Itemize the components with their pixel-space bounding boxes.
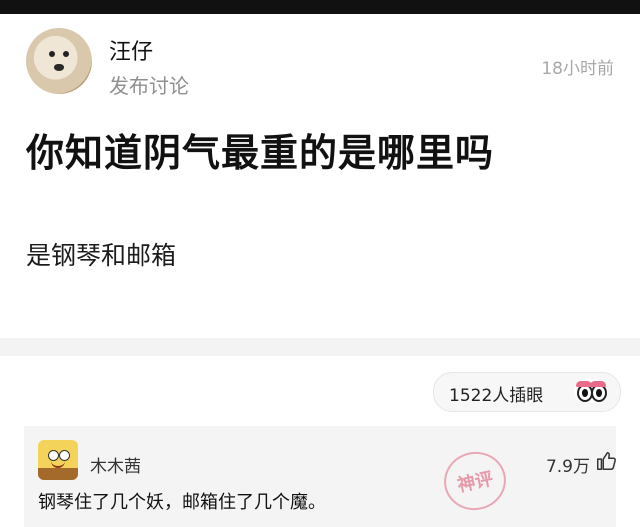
post-time: 18小时前 bbox=[541, 59, 614, 79]
post-answer: 是钢琴和邮箱 bbox=[26, 241, 177, 270]
commenter-name[interactable]: 木木茜 bbox=[90, 452, 141, 477]
avatar-nose bbox=[54, 64, 64, 71]
commenter-eye-left bbox=[48, 450, 59, 461]
commenter-eye-right bbox=[59, 450, 70, 461]
peek-count[interactable]: 1522人插眼 bbox=[449, 381, 543, 406]
section-divider bbox=[0, 338, 640, 356]
author-name[interactable]: 汪仔 bbox=[109, 34, 153, 66]
stamp-label: 神评 bbox=[455, 468, 496, 497]
commenter-mouth bbox=[51, 461, 65, 468]
avatar-eye-right bbox=[63, 51, 69, 57]
comment-like-count: 7.9万 bbox=[545, 457, 590, 477]
eyelid-right bbox=[590, 381, 606, 387]
post-title: 你知道阴气最重的是哪里吗 bbox=[26, 131, 495, 175]
avatar-eye-left bbox=[49, 51, 55, 57]
comment-text: 钢琴住了几个妖，邮箱住了几个魔。 bbox=[38, 492, 326, 513]
top-strip bbox=[0, 0, 640, 14]
commenter-avatar[interactable] bbox=[38, 440, 78, 480]
author-avatar[interactable] bbox=[26, 28, 92, 94]
commenter-pants bbox=[38, 468, 78, 480]
post-meta: 发布讨论 bbox=[109, 74, 189, 98]
eyes-icon[interactable] bbox=[574, 379, 608, 403]
thumbs-up-icon[interactable] bbox=[595, 450, 617, 472]
